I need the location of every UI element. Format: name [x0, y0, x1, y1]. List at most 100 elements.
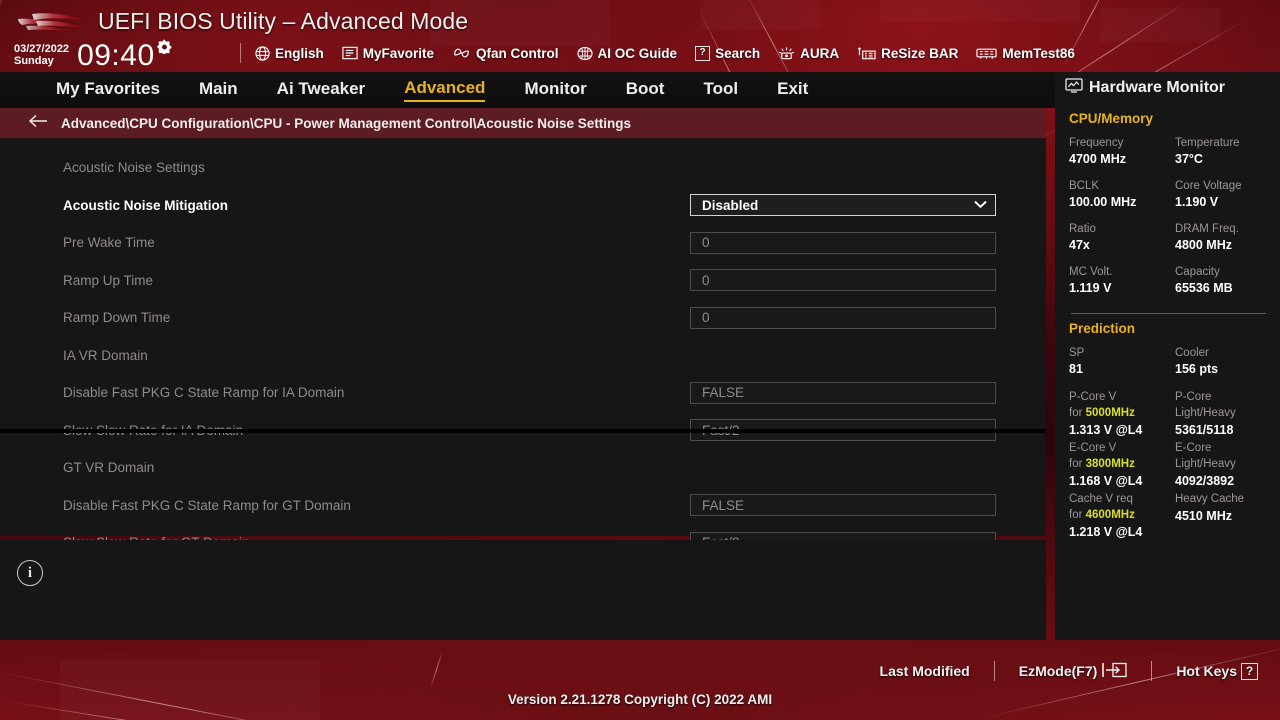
hw-metric-value: 156 pts — [1175, 362, 1219, 376]
tab-boot[interactable]: Boot — [626, 79, 665, 101]
hw-metric-value: 81 — [1069, 362, 1083, 376]
settings-row-label: Disable Fast PKG C State Ramp for GT Dom… — [63, 497, 351, 513]
hw-metric-label: Temperature — [1175, 137, 1240, 149]
settings-row-label: Disable Fast PKG C State Ramp for IA Dom… — [63, 385, 345, 401]
header-item-memtest86[interactable]: MemTest86 — [976, 46, 1075, 61]
setting-value: 0 — [702, 310, 710, 326]
hw-metric-value: 100.00 MHz — [1069, 195, 1137, 209]
hw-metric-label: E-Core V for 3800MHz — [1069, 442, 1135, 470]
tab-ai-tweaker[interactable]: Ai Tweaker — [277, 79, 366, 101]
hw-metric: P-Core Light/Heavy 5361/5118 — [1175, 389, 1268, 439]
hw-metric-value: 5361/5118 — [1175, 423, 1234, 437]
settings-panel: Advanced\CPU Configuration\CPU - Power M… — [0, 108, 1046, 554]
footer-separator — [1151, 661, 1153, 681]
back-arrow-icon[interactable] — [28, 114, 48, 133]
header-item-label: Qfan Control — [476, 45, 559, 61]
header-item-myfavorite[interactable]: MyFavorite — [342, 46, 434, 61]
setting-value: 0 — [702, 235, 710, 251]
setting-text-field[interactable]: 0 — [690, 269, 996, 292]
settings-row[interactable]: Disable Fast PKG C State Ramp for IA Dom… — [0, 374, 1046, 412]
hw-section-heading: Prediction — [1069, 321, 1136, 336]
fan-icon — [452, 46, 471, 60]
hw-metric-label: Cache V req for 4600MHz — [1069, 493, 1135, 521]
setting-value: 0 — [702, 272, 710, 288]
hw-metric-label: DRAM Freq. — [1175, 223, 1239, 235]
header-item-resize-bar[interactable]: ReSize BAR — [857, 46, 958, 61]
hw-metric-label: P-Core Light/Heavy — [1175, 391, 1236, 419]
setting-text-field[interactable]: FALSE — [690, 381, 996, 404]
settings-row-label: Acoustic Noise Settings — [63, 160, 205, 176]
settings-row[interactable]: Ramp Up Time 0 — [0, 262, 1046, 300]
info-circle-icon[interactable]: i — [17, 560, 43, 586]
header-item-label: ReSize BAR — [881, 45, 959, 61]
monitor-icon — [1065, 78, 1083, 98]
hw-metric-label: SP — [1069, 347, 1085, 359]
settings-row-label: Ramp Up Time — [63, 272, 154, 288]
tab-advanced[interactable]: Advanced — [404, 78, 486, 102]
hw-grid: SP 81 Cooler 156 pts — [1069, 346, 1268, 389]
app-header: UEFI BIOS Utility – Advanced Mode 03/27/… — [0, 0, 1280, 72]
setting-text-field[interactable]: 0 — [690, 306, 996, 329]
hw-section-heading: CPU/Memory — [1069, 111, 1154, 126]
tab-monitor[interactable]: Monitor — [524, 79, 586, 101]
hw-metric: E-Core Light/Heavy 4092/3892 — [1175, 440, 1268, 490]
settings-row[interactable]: Disable Fast PKG C State Ramp for GT Dom… — [0, 487, 1046, 525]
hw-metric-value: 1.168 V @L4 — [1069, 474, 1143, 488]
tab-exit[interactable]: Exit — [777, 79, 808, 101]
header-item-english[interactable]: English — [255, 46, 324, 61]
setting-dropdown[interactable]: Disabled — [690, 194, 996, 217]
hw-metric: Temperature 37°C — [1175, 136, 1268, 167]
ezmode-button[interactable]: EzMode(F7) — [1019, 662, 1128, 681]
hw-metric: Frequency 4700 MHz — [1069, 136, 1175, 167]
setting-text-field[interactable]: 0 — [690, 231, 996, 254]
star-list-icon — [342, 46, 358, 60]
hw-grid: Frequency 4700 MHz Temperature 37°C BCLK 100.… — [1069, 136, 1268, 308]
hw-metric: E-Core V for 3800MHz 1.168 V @L4 — [1069, 440, 1175, 490]
settings-row[interactable]: Pre Wake Time 0 — [0, 224, 1046, 262]
hw-metric-value: 4092/3892 — [1175, 474, 1235, 488]
aura-light-icon — [778, 46, 795, 61]
settings-row[interactable]: Ramp Down Time 0 — [0, 299, 1046, 337]
hw-metric-value: 1.190 V — [1175, 195, 1219, 209]
hw-metric: SP 81 — [1069, 346, 1175, 377]
current-time: 09:40 — [77, 39, 155, 72]
hw-metric: BCLK 100.00 MHz — [1069, 179, 1175, 210]
setting-text-field[interactable]: FALSE — [690, 494, 996, 517]
exit-arrow-icon — [1101, 662, 1127, 681]
hw-metric-label: P-Core V for 5000MHz — [1069, 391, 1135, 419]
settings-row-label: Acoustic Noise Mitigation — [63, 197, 229, 213]
setting-value: Disabled — [702, 197, 759, 213]
footer-bar: Last Modified EzMode(F7) Hot Keys ? — [0, 640, 1280, 720]
settings-row: IA VR Domain — [0, 337, 1046, 375]
header-item-ai-oc-guide[interactable]: AI OC Guide — [576, 46, 677, 61]
hw-metric: Cooler 156 pts — [1175, 346, 1268, 377]
last-modified-button[interactable]: Last Modified — [880, 663, 970, 679]
tab-main[interactable]: Main — [199, 79, 238, 101]
settings-row-label: Pre Wake Time — [63, 235, 155, 251]
gear-icon[interactable] — [156, 39, 172, 59]
breadcrumb[interactable]: Advanced\CPU Configuration\CPU - Power M… — [0, 108, 1046, 139]
header-quick-items: English MyFavorite Qfan Control AI OC Gu… — [240, 41, 1093, 65]
breadcrumb-path: Advanced\CPU Configuration\CPU - Power M… — [61, 115, 632, 131]
hw-metric-label: Cooler — [1175, 347, 1209, 359]
hw-metric-label: Heavy Cache — [1175, 493, 1245, 505]
hardware-monitor-title: Hardware Monitor — [1055, 72, 1280, 104]
hw-metric-label: Ratio — [1069, 223, 1096, 235]
header-item-search[interactable]: ? Search — [695, 45, 761, 61]
tab-tool[interactable]: Tool — [703, 79, 738, 101]
current-date: 03/27/2022 — [14, 43, 70, 55]
settings-row[interactable]: Acoustic Noise Mitigation Disabled — [0, 187, 1046, 225]
header-item-qfan-control[interactable]: Qfan Control — [452, 46, 559, 61]
tab-my-favorites[interactable]: My Favorites — [56, 79, 160, 101]
hotkeys-button[interactable]: Hot Keys ? — [1176, 662, 1258, 680]
hw-metric-value: 37°C — [1175, 152, 1203, 166]
hw-metric-value: 1.119 V — [1069, 281, 1112, 295]
footer-actions: Last Modified EzMode(F7) Hot Keys ? — [880, 660, 1258, 682]
footer-separator — [993, 661, 995, 681]
header-item-label: Search — [715, 45, 761, 61]
hw-metric-value: 4800 MHz — [1175, 238, 1232, 252]
hw-metric-label: E-Core Light/Heavy — [1175, 442, 1236, 470]
ezmode-label: EzMode(F7) — [1018, 663, 1098, 679]
settings-row-label: IA VR Domain — [63, 347, 148, 363]
header-item-aura[interactable]: AURA — [778, 46, 839, 61]
